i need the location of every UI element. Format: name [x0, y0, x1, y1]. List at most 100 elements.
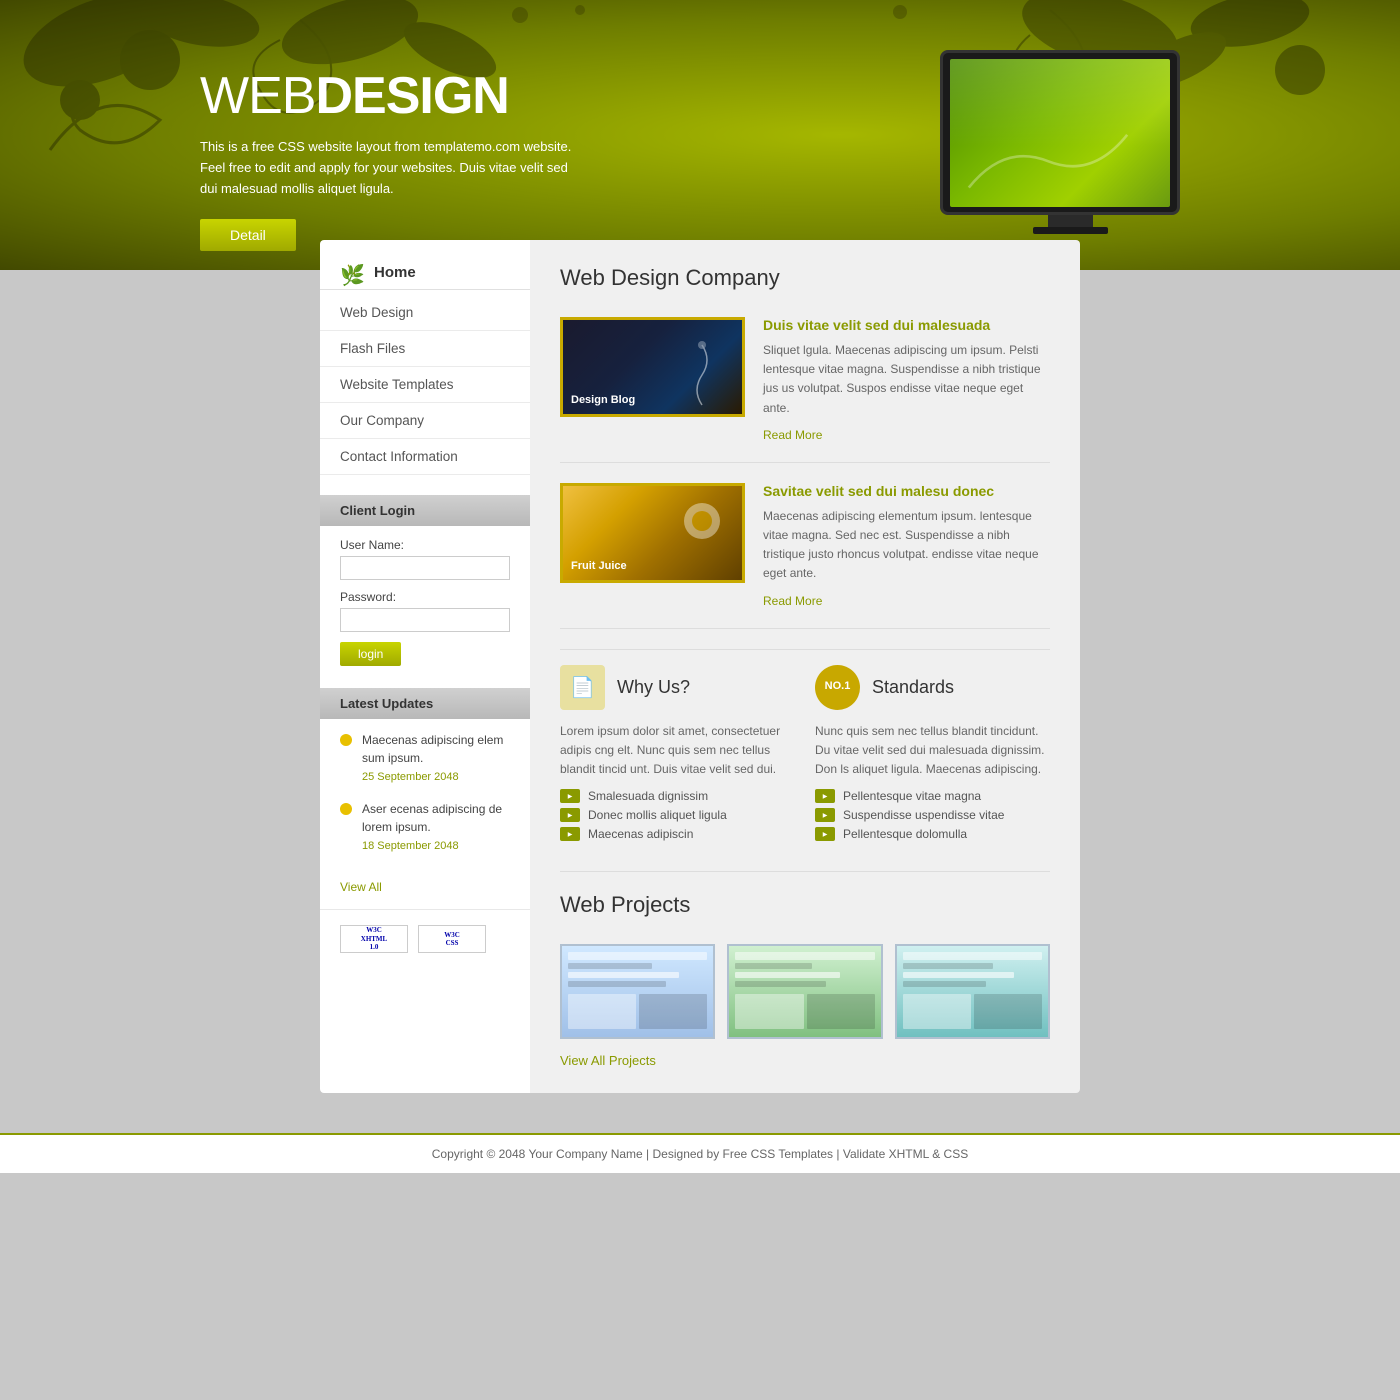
latest-updates-box: Latest Updates Maecenas adipiscing elem … — [320, 688, 530, 894]
read-more-1[interactable]: Read More — [763, 428, 822, 442]
why-us-text: Lorem ipsum dolor sit amet, consectetuer… — [560, 722, 795, 780]
update-date-1: 25 September 2048 — [362, 769, 510, 786]
post-thumb-1: Design Blog — [560, 317, 745, 417]
detail-button[interactable]: Detail — [200, 219, 296, 251]
navigation: 🌿 Home Web Design Flash Files Website Te… — [320, 240, 530, 485]
standards-item-3: Pellentesque dolomulla — [815, 827, 1050, 841]
why-us-item-1: Smalesuada dignissim — [560, 789, 795, 803]
why-us-icon: 📄 — [560, 665, 605, 710]
monitor-graphic — [940, 50, 1200, 240]
home-icon: 🌿 — [340, 263, 368, 281]
std-bullet-1 — [815, 789, 835, 803]
why-us-item-label-2: Donec mollis aliquet ligula — [588, 808, 727, 822]
post-thumb-label-2: Fruit Juice — [571, 560, 627, 572]
why-us-item-2: Donec mollis aliquet ligula — [560, 808, 795, 822]
nav-item-home[interactable]: 🌿 Home — [320, 255, 530, 290]
project-thumb-1[interactable] — [560, 944, 715, 1039]
bullet-icon-2 — [560, 808, 580, 822]
read-more-2[interactable]: Read More — [763, 594, 822, 608]
header: WEBDESIGN This is a free CSS website lay… — [0, 0, 1400, 270]
why-us-item-label-3: Maecenas adipiscin — [588, 827, 693, 841]
header-text: WEBDESIGN This is a free CSS website lay… — [200, 60, 580, 251]
client-login-content: User Name: Password: login — [320, 526, 530, 678]
bullet-icon-3 — [560, 827, 580, 841]
update-item-1: Maecenas adipiscing elem sum ipsum. 25 S… — [340, 731, 510, 786]
badges: W3CXHTML1.0 W3CCSS — [320, 909, 530, 968]
post-text-1: Sliquet lgula. Maecenas adipiscing um ip… — [763, 341, 1050, 418]
standards-item-label-3: Pellentesque dolomulla — [843, 827, 967, 841]
nav-item-contact-info[interactable]: Contact Information — [320, 439, 530, 475]
view-all-updates[interactable]: View All — [320, 880, 530, 894]
main-content: Web Design Company Design Blog Duis vita… — [530, 240, 1080, 1093]
projects-grid — [560, 944, 1050, 1039]
standards-item-2: Suspendisse uspendisse vitae — [815, 808, 1050, 822]
standards-heading: Standards — [872, 677, 954, 698]
login-button[interactable]: login — [340, 642, 401, 666]
title-design: DESIGN — [315, 67, 508, 125]
post-text-2: Maecenas adipiscing elementum ipsum. len… — [763, 507, 1050, 584]
bullet-icon-1 — [560, 789, 580, 803]
title-web: WEB — [200, 67, 315, 125]
nav-item-our-company[interactable]: Our Company — [320, 403, 530, 439]
post-title-2: Savitae velit sed dui malesu donec — [763, 483, 1050, 499]
latest-updates-content: Maecenas adipiscing elem sum ipsum. 25 S… — [320, 719, 530, 880]
std-bullet-3 — [815, 827, 835, 841]
main-wrapper: 🌿 Home Web Design Flash Files Website Te… — [320, 240, 1080, 1093]
monitor-screen — [950, 59, 1170, 207]
nav-item-flash-files[interactable]: Flash Files — [320, 331, 530, 367]
header-description: This is a free CSS website layout from t… — [200, 137, 580, 199]
standards-item-label-2: Suspendisse uspendisse vitae — [843, 808, 1004, 822]
site-title: WEBDESIGN — [200, 70, 580, 122]
client-login-header: Client Login — [320, 495, 530, 526]
latest-updates-header: Latest Updates — [320, 688, 530, 719]
post-info-2: Savitae velit sed dui malesu donec Maece… — [763, 483, 1050, 610]
post-thumb-2: Fruit Juice — [560, 483, 745, 583]
featured-post-1: Design Blog Duis vitae velit sed dui mal… — [560, 317, 1050, 463]
footer: Copyright © 2048 Your Company Name | Des… — [0, 1133, 1400, 1173]
footer-text: Copyright © 2048 Your Company Name | Des… — [432, 1147, 968, 1161]
nav-item-website-templates[interactable]: Website Templates — [320, 367, 530, 403]
post-thumb-label-1: Design Blog — [571, 394, 635, 406]
password-label: Password: — [340, 590, 510, 604]
standards-col: NO.1 Standards Nunc quis sem nec tellus … — [815, 665, 1050, 847]
featured-post-2: Fruit Juice Savitae velit sed dui malesu… — [560, 483, 1050, 629]
header-content: WEBDESIGN This is a free CSS website lay… — [0, 0, 1400, 251]
projects-title: Web Projects — [560, 892, 1050, 926]
nav-home-label: Home — [374, 264, 416, 281]
standards-item-label-1: Pellentesque vitae magna — [843, 789, 981, 803]
projects-section: Web Projects — [560, 871, 1050, 1068]
standards-badge-icon: NO.1 — [815, 665, 860, 710]
update-date-2: 18 September 2048 — [362, 838, 510, 855]
why-us-heading: Why Us? — [617, 677, 690, 698]
css-badge: W3CCSS — [418, 925, 486, 953]
update-bullet-2 — [340, 803, 352, 815]
username-input[interactable] — [340, 556, 510, 580]
why-us-item-label-1: Smalesuada dignissim — [588, 789, 708, 803]
standards-item-1: Pellentesque vitae magna — [815, 789, 1050, 803]
xhtml-badge: W3CXHTML1.0 — [340, 925, 408, 953]
client-login-box: Client Login User Name: Password: login — [320, 495, 530, 678]
view-all-projects[interactable]: View All Projects — [560, 1053, 1050, 1068]
layout: 🌿 Home Web Design Flash Files Website Te… — [320, 240, 1080, 1093]
monitor-frame — [940, 50, 1180, 215]
post-info-1: Duis vitae velit sed dui malesuada Sliqu… — [763, 317, 1050, 444]
update-bullet-1 — [340, 734, 352, 746]
password-input[interactable] — [340, 608, 510, 632]
sidebar: 🌿 Home Web Design Flash Files Website Te… — [320, 240, 530, 1093]
std-bullet-2 — [815, 808, 835, 822]
two-col-section: 📄 Why Us? Lorem ipsum dolor sit amet, co… — [560, 649, 1050, 847]
company-title: Web Design Company — [560, 265, 1050, 299]
post-title-1: Duis vitae velit sed dui malesuada — [763, 317, 1050, 333]
update-text-1: Maecenas adipiscing elem sum ipsum. 25 S… — [362, 731, 510, 786]
project-thumb-2[interactable] — [727, 944, 882, 1039]
why-us-col: 📄 Why Us? Lorem ipsum dolor sit amet, co… — [560, 665, 795, 847]
standards-title: NO.1 Standards — [815, 665, 1050, 710]
standards-text: Nunc quis sem nec tellus blandit tincidu… — [815, 722, 1050, 780]
update-item-2: Aser ecenas adipiscing de lorem ipsum. 1… — [340, 800, 510, 855]
update-text-2: Aser ecenas adipiscing de lorem ipsum. 1… — [362, 800, 510, 855]
why-us-title: 📄 Why Us? — [560, 665, 795, 710]
why-us-item-3: Maecenas adipiscin — [560, 827, 795, 841]
nav-item-web-design[interactable]: Web Design — [320, 295, 530, 331]
project-thumb-3[interactable] — [895, 944, 1050, 1039]
username-label: User Name: — [340, 538, 510, 552]
